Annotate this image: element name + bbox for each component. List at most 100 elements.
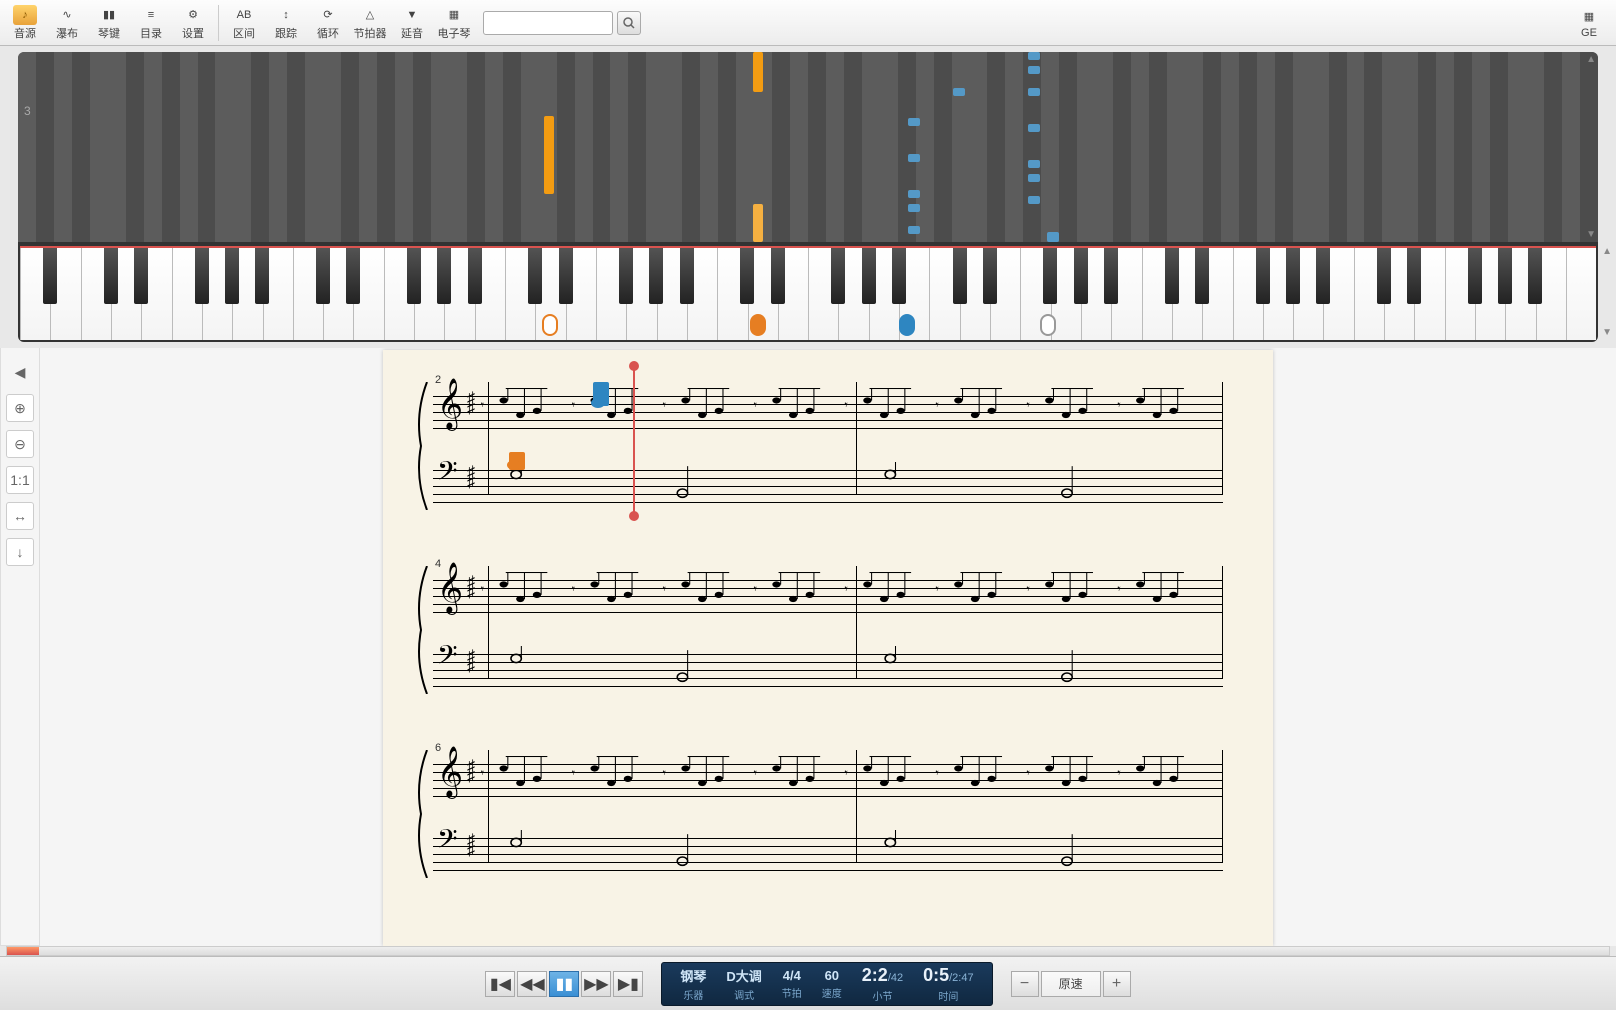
black-key[interactable] <box>468 246 482 304</box>
black-key[interactable] <box>316 246 330 304</box>
roll-scroll-up[interactable]: ▲ <box>1586 54 1596 65</box>
black-key[interactable] <box>43 246 57 304</box>
treble-staff: 𝄞 ♯♯ 𝄾𝄾𝄾𝄾𝄾𝄾𝄾𝄾 <box>433 388 1223 444</box>
kbd-scroll-down[interactable]: ▼ <box>1602 327 1612 338</box>
black-key[interactable] <box>1195 246 1209 304</box>
black-key[interactable] <box>953 246 967 304</box>
info-key[interactable]: D大调 调式 <box>716 963 771 1005</box>
tool-区间[interactable]: AB区间 <box>225 2 263 44</box>
svg-text:𝄾: 𝄾 <box>572 582 575 596</box>
tool-设置[interactable]: ⚙设置 <box>174 2 212 44</box>
side-zoom-out[interactable]: ⊖ <box>6 430 34 458</box>
treble-staff: 𝄞 ♯♯ 𝄾𝄾𝄾𝄾𝄾𝄾𝄾𝄾 <box>433 572 1223 628</box>
side-export[interactable]: ↓ <box>6 538 34 566</box>
音源-icon: ♪ <box>13 5 37 25</box>
tool-循环[interactable]: ⟳循环 <box>309 2 347 44</box>
svg-text:𝄾: 𝄾 <box>481 582 484 596</box>
key-marker <box>750 314 766 336</box>
tool-音源[interactable]: ♪音源 <box>6 2 44 44</box>
score-viewport[interactable]: 2 𝄞 ♯♯ 𝄾𝄾𝄾𝄾𝄾𝄾𝄾𝄾 𝄢 ♯♯ 4 <box>40 348 1616 946</box>
svg-text:𝄾: 𝄾 <box>481 766 484 780</box>
side-fit-width[interactable]: ↔ <box>6 502 34 530</box>
rewind-button[interactable]: ◀◀ <box>517 971 547 997</box>
black-key[interactable] <box>437 246 451 304</box>
black-key[interactable] <box>1165 246 1179 304</box>
tool-延音[interactable]: ▼延音 <box>393 2 431 44</box>
目录-icon: ≡ <box>139 5 163 25</box>
speed-up-button[interactable]: + <box>1103 971 1131 997</box>
black-key[interactable] <box>1468 246 1482 304</box>
black-key[interactable] <box>619 246 633 304</box>
black-key[interactable] <box>104 246 118 304</box>
info-tempo[interactable]: 60 速度 <box>812 963 852 1005</box>
info-measure[interactable]: 2:2/42 小节 <box>852 963 913 1005</box>
piano-roll[interactable]: 3 ▲ ▼ <box>18 52 1598 242</box>
black-key[interactable] <box>983 246 997 304</box>
roll-note <box>908 118 920 126</box>
search-button[interactable] <box>617 11 641 35</box>
bass-staff: 𝄢 ♯♯ <box>433 830 1223 886</box>
roll-note <box>1047 232 1059 242</box>
black-key[interactable] <box>1316 246 1330 304</box>
black-key[interactable] <box>680 246 694 304</box>
key-marker <box>542 314 558 336</box>
svg-text:𝄾: 𝄾 <box>481 398 484 412</box>
black-key[interactable] <box>559 246 573 304</box>
keyboard[interactable] <box>20 246 1596 340</box>
side-fit-actual[interactable]: 1:1 <box>6 466 34 494</box>
forward-button[interactable]: ▶▶ <box>581 971 611 997</box>
kbd-scroll-up[interactable]: ▲ <box>1602 246 1612 257</box>
black-key[interactable] <box>740 246 754 304</box>
search-input[interactable] <box>483 11 613 35</box>
roll-note <box>908 204 920 212</box>
bar-number: 3 <box>24 104 31 118</box>
right-tool[interactable]: ▦ GE <box>1570 2 1608 44</box>
barline <box>856 566 857 679</box>
roll-note <box>908 190 920 198</box>
progress-timeline[interactable] <box>6 946 1610 956</box>
tool-瀑布[interactable]: ∿瀑布 <box>48 2 86 44</box>
black-key[interactable] <box>346 246 360 304</box>
black-key[interactable] <box>1498 246 1512 304</box>
black-key[interactable] <box>1407 246 1421 304</box>
measure-number: 6 <box>435 742 1223 754</box>
black-key[interactable] <box>225 246 239 304</box>
skip-start-button[interactable]: ▮◀ <box>485 971 515 997</box>
black-key[interactable] <box>1104 246 1118 304</box>
svg-text:𝄾: 𝄾 <box>936 582 939 596</box>
skip-end-button[interactable]: ▶▮ <box>613 971 643 997</box>
black-key[interactable] <box>1074 246 1088 304</box>
black-key[interactable] <box>1377 246 1391 304</box>
black-key[interactable] <box>771 246 785 304</box>
tool-琴键[interactable]: ▮▮琴键 <box>90 2 128 44</box>
black-key[interactable] <box>1528 246 1542 304</box>
roll-note <box>1028 52 1040 60</box>
tool-跟踪[interactable]: ↕跟踪 <box>267 2 305 44</box>
black-key[interactable] <box>1286 246 1300 304</box>
side-collapse[interactable]: ◀ <box>6 358 34 386</box>
info-timesig[interactable]: 4/4 节拍 <box>772 963 812 1005</box>
side-zoom-in[interactable]: ⊕ <box>6 394 34 422</box>
black-key[interactable] <box>1043 246 1057 304</box>
black-key[interactable] <box>195 246 209 304</box>
black-key[interactable] <box>255 246 269 304</box>
black-key[interactable] <box>862 246 876 304</box>
black-key[interactable] <box>134 246 148 304</box>
pause-button[interactable]: ▮▮ <box>549 971 579 997</box>
info-panel: 钢琴 乐器 D大调 调式 4/4 节拍 60 速度 2:2/42 小节 0:5/… <box>661 962 992 1006</box>
roll-scroll-down[interactable]: ▼ <box>1586 229 1596 240</box>
speed-label[interactable]: 原速 <box>1041 971 1101 997</box>
progress-fill <box>7 947 39 955</box>
black-key[interactable] <box>528 246 542 304</box>
info-instrument[interactable]: 钢琴 乐器 <box>670 963 716 1005</box>
black-key[interactable] <box>407 246 421 304</box>
black-key[interactable] <box>1256 246 1270 304</box>
tool-节拍器[interactable]: △节拍器 <box>351 2 389 44</box>
black-key[interactable] <box>649 246 663 304</box>
tool-目录[interactable]: ≡目录 <box>132 2 170 44</box>
black-key[interactable] <box>831 246 845 304</box>
speed-down-button[interactable]: − <box>1011 971 1039 997</box>
tool-电子琴[interactable]: ▦电子琴 <box>435 2 473 44</box>
black-key[interactable] <box>892 246 906 304</box>
info-time[interactable]: 0:5/2:47 时间 <box>913 963 983 1005</box>
